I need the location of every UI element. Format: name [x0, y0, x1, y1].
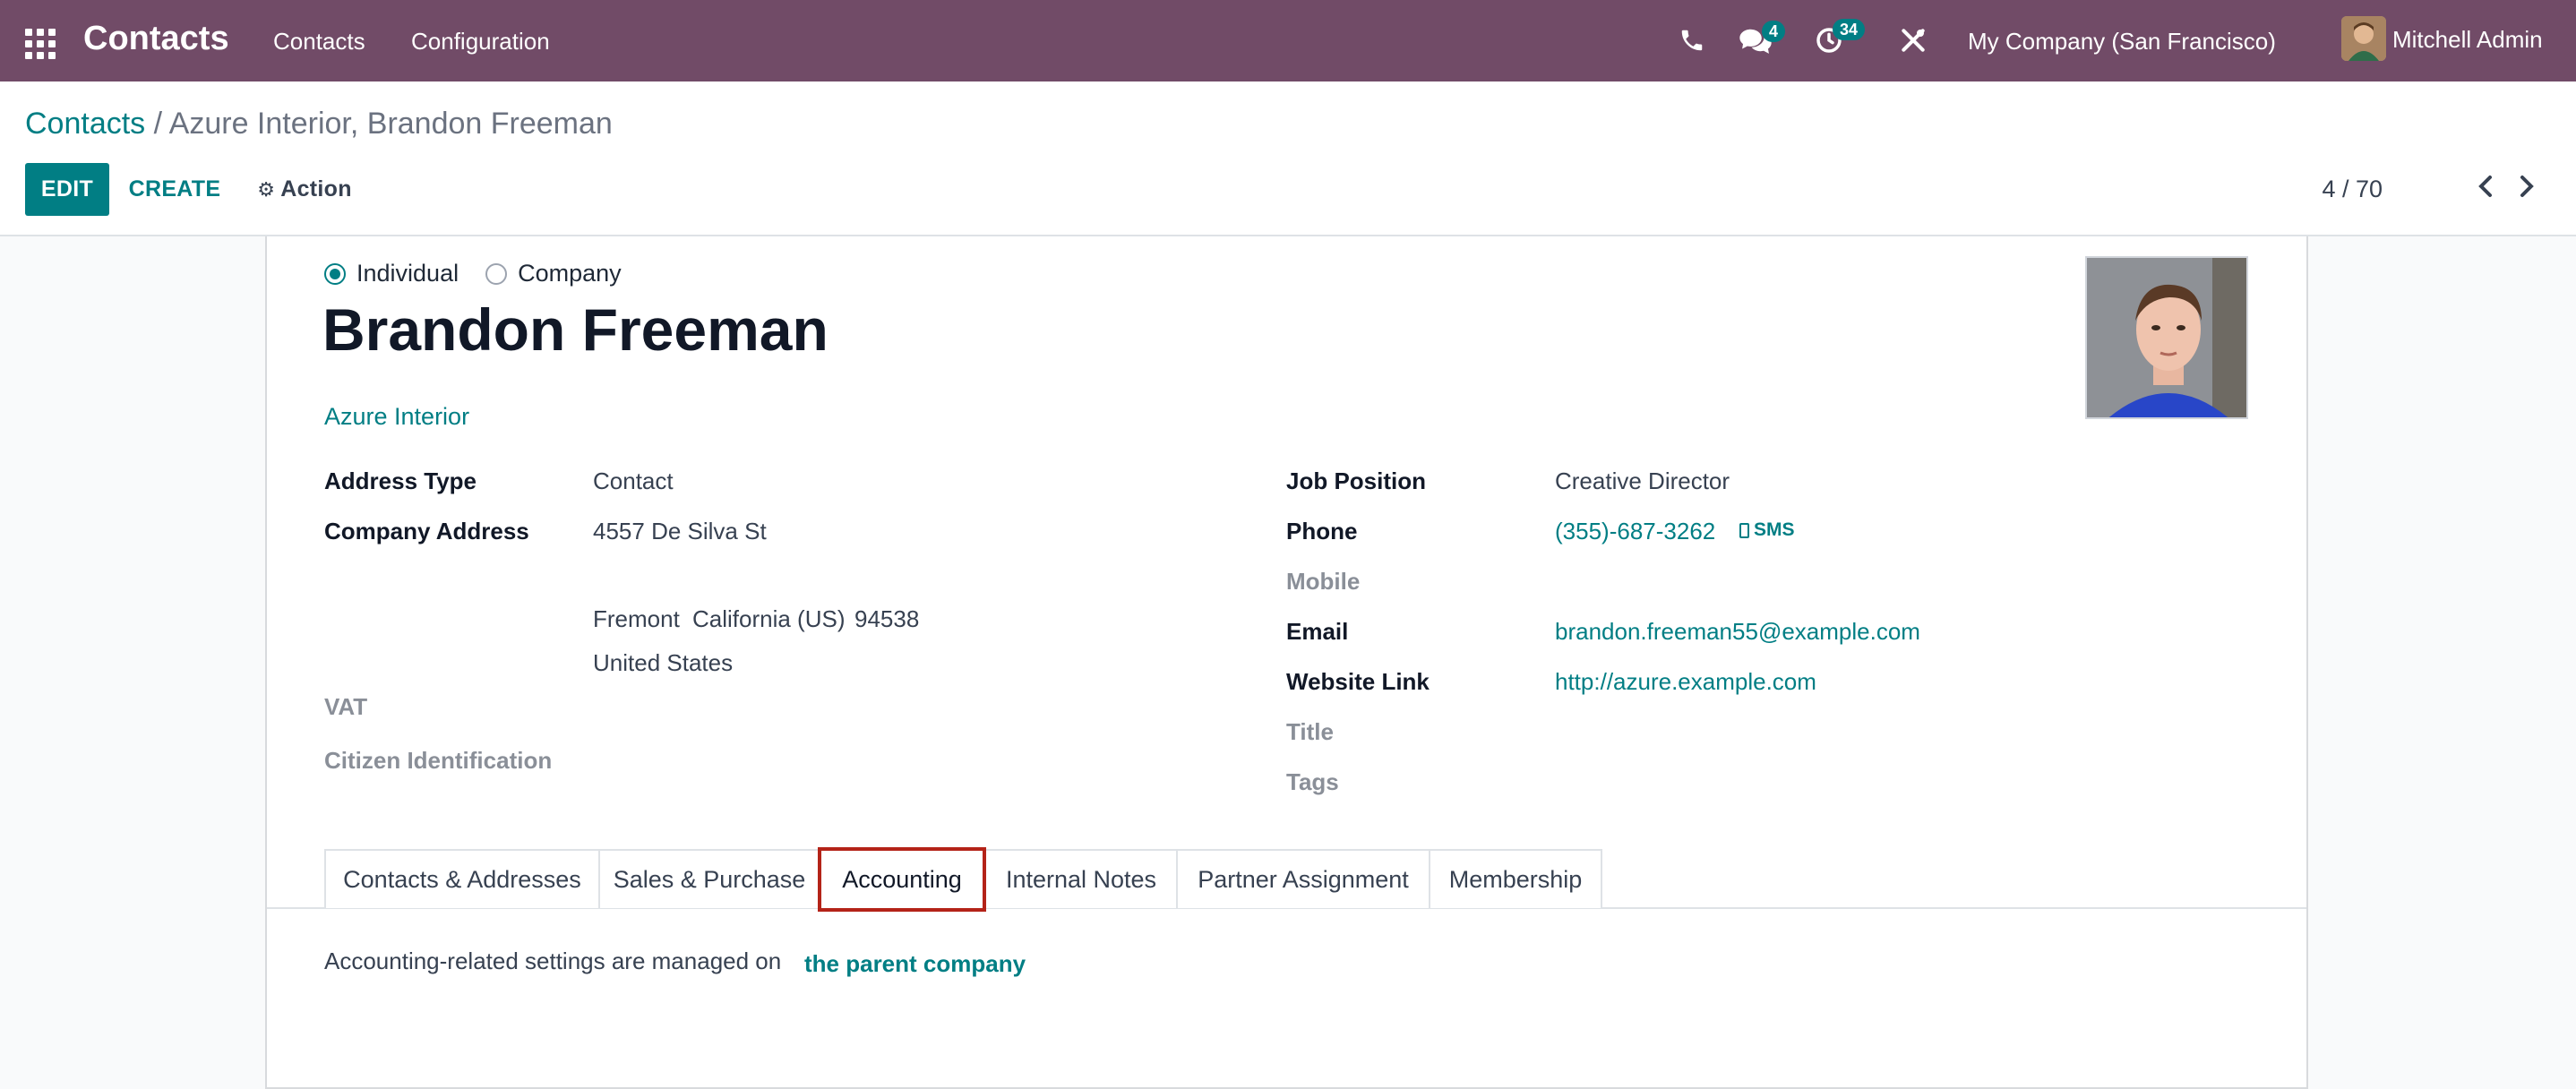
job-position-value[interactable]: Creative Director — [1555, 467, 1730, 495]
chevron-left-icon[interactable] — [2472, 171, 2499, 202]
website-label: Website Link — [1286, 668, 1430, 695]
tags-label: Tags — [1286, 768, 1339, 795]
pager-value[interactable]: 4 / 70 — [2322, 176, 2383, 203]
phone-value[interactable]: (355)-687-3262 — [1555, 518, 1715, 545]
mobile-label: Mobile — [1286, 568, 1361, 595]
phone-icon[interactable] — [1679, 26, 1705, 55]
action-button[interactable]: ⚙ Action — [251, 163, 358, 216]
title-label: Title — [1286, 718, 1334, 745]
company-address-label: Company Address — [324, 518, 529, 544]
citizen-id-label: Citizen Identification — [324, 747, 553, 774]
app-title[interactable]: Contacts — [83, 20, 229, 58]
breadcrumb-contacts[interactable]: Contacts — [25, 107, 145, 141]
create-button[interactable]: CREATE — [122, 163, 228, 216]
website-value[interactable]: http://azure.example.com — [1555, 668, 1816, 696]
partner-name[interactable]: Brandon Freeman — [322, 296, 829, 364]
parent-company-link[interactable]: Azure Interior — [324, 403, 469, 431]
tab-accounting[interactable]: Accounting — [818, 847, 986, 912]
top-navbar: Contacts Contacts Configuration 4 34 My … — [0, 0, 2576, 81]
contact-photo[interactable] — [2085, 256, 2248, 419]
address-type-label: Address Type — [324, 467, 477, 494]
parent-company-accounting-link[interactable]: the parent company — [804, 950, 1026, 978]
company-switcher[interactable]: My Company (San Francisco) — [1968, 28, 2276, 56]
state-value[interactable]: California (US) — [692, 605, 846, 633]
apps-menu-icon[interactable] — [25, 29, 56, 59]
breadcrumb-current: Azure Interior, Brandon Freeman — [168, 107, 613, 141]
email-label: Email — [1286, 618, 1349, 645]
tab-sales-purchase[interactable]: Sales & Purchase — [598, 849, 820, 908]
messages-badge: 4 — [1762, 21, 1786, 42]
phone-label: Phone — [1286, 518, 1358, 544]
edit-button[interactable]: EDIT — [25, 163, 109, 216]
tab-internal-notes[interactable]: Internal Notes — [984, 849, 1178, 908]
breadcrumb-separator: / — [153, 107, 163, 141]
gear-icon: ⚙ — [257, 177, 276, 201]
radio-company[interactable] — [485, 262, 508, 285]
mobile-icon — [1739, 522, 1749, 538]
tools-icon[interactable] — [1899, 26, 1928, 55]
activities-badge: 34 — [1833, 19, 1866, 40]
accounting-info-text: Accounting-related settings are managed … — [324, 948, 782, 974]
menu-contacts[interactable]: Contacts — [273, 28, 365, 56]
breadcrumb: Contacts / Azure Interior, Brandon Freem… — [25, 107, 613, 141]
avatar[interactable] — [2341, 16, 2386, 61]
email-value[interactable]: brandon.freeman55@example.com — [1555, 618, 1920, 646]
action-label: Action — [280, 176, 352, 202]
country-value[interactable]: United States — [593, 649, 733, 677]
company-type-selector: Individual Company — [324, 260, 622, 287]
menu-configuration[interactable]: Configuration — [411, 28, 550, 56]
tab-partner-assignment[interactable]: Partner Assignment — [1176, 849, 1430, 908]
chevron-right-icon[interactable] — [2513, 171, 2540, 202]
tab-contacts-addresses[interactable]: Contacts & Addresses — [324, 849, 600, 908]
street-value[interactable]: 4557 De Silva St — [593, 518, 767, 545]
address-type-value[interactable]: Contact — [593, 467, 674, 495]
control-panel: Contacts / Azure Interior, Brandon Freem… — [0, 81, 2576, 236]
radio-individual[interactable] — [324, 262, 346, 285]
job-position-label: Job Position — [1286, 467, 1426, 494]
tab-membership[interactable]: Membership — [1429, 849, 1602, 908]
sms-label: SMS — [1754, 519, 1795, 540]
user-menu[interactable]: Mitchell Admin — [2392, 26, 2543, 54]
zip-value[interactable]: 94538 — [854, 605, 919, 633]
vat-label: VAT — [324, 693, 368, 720]
radio-company-label[interactable]: Company — [518, 260, 622, 287]
radio-individual-label[interactable]: Individual — [356, 260, 459, 287]
city-value[interactable]: Fremont — [593, 605, 680, 633]
sms-button[interactable]: SMS — [1739, 519, 1795, 541]
